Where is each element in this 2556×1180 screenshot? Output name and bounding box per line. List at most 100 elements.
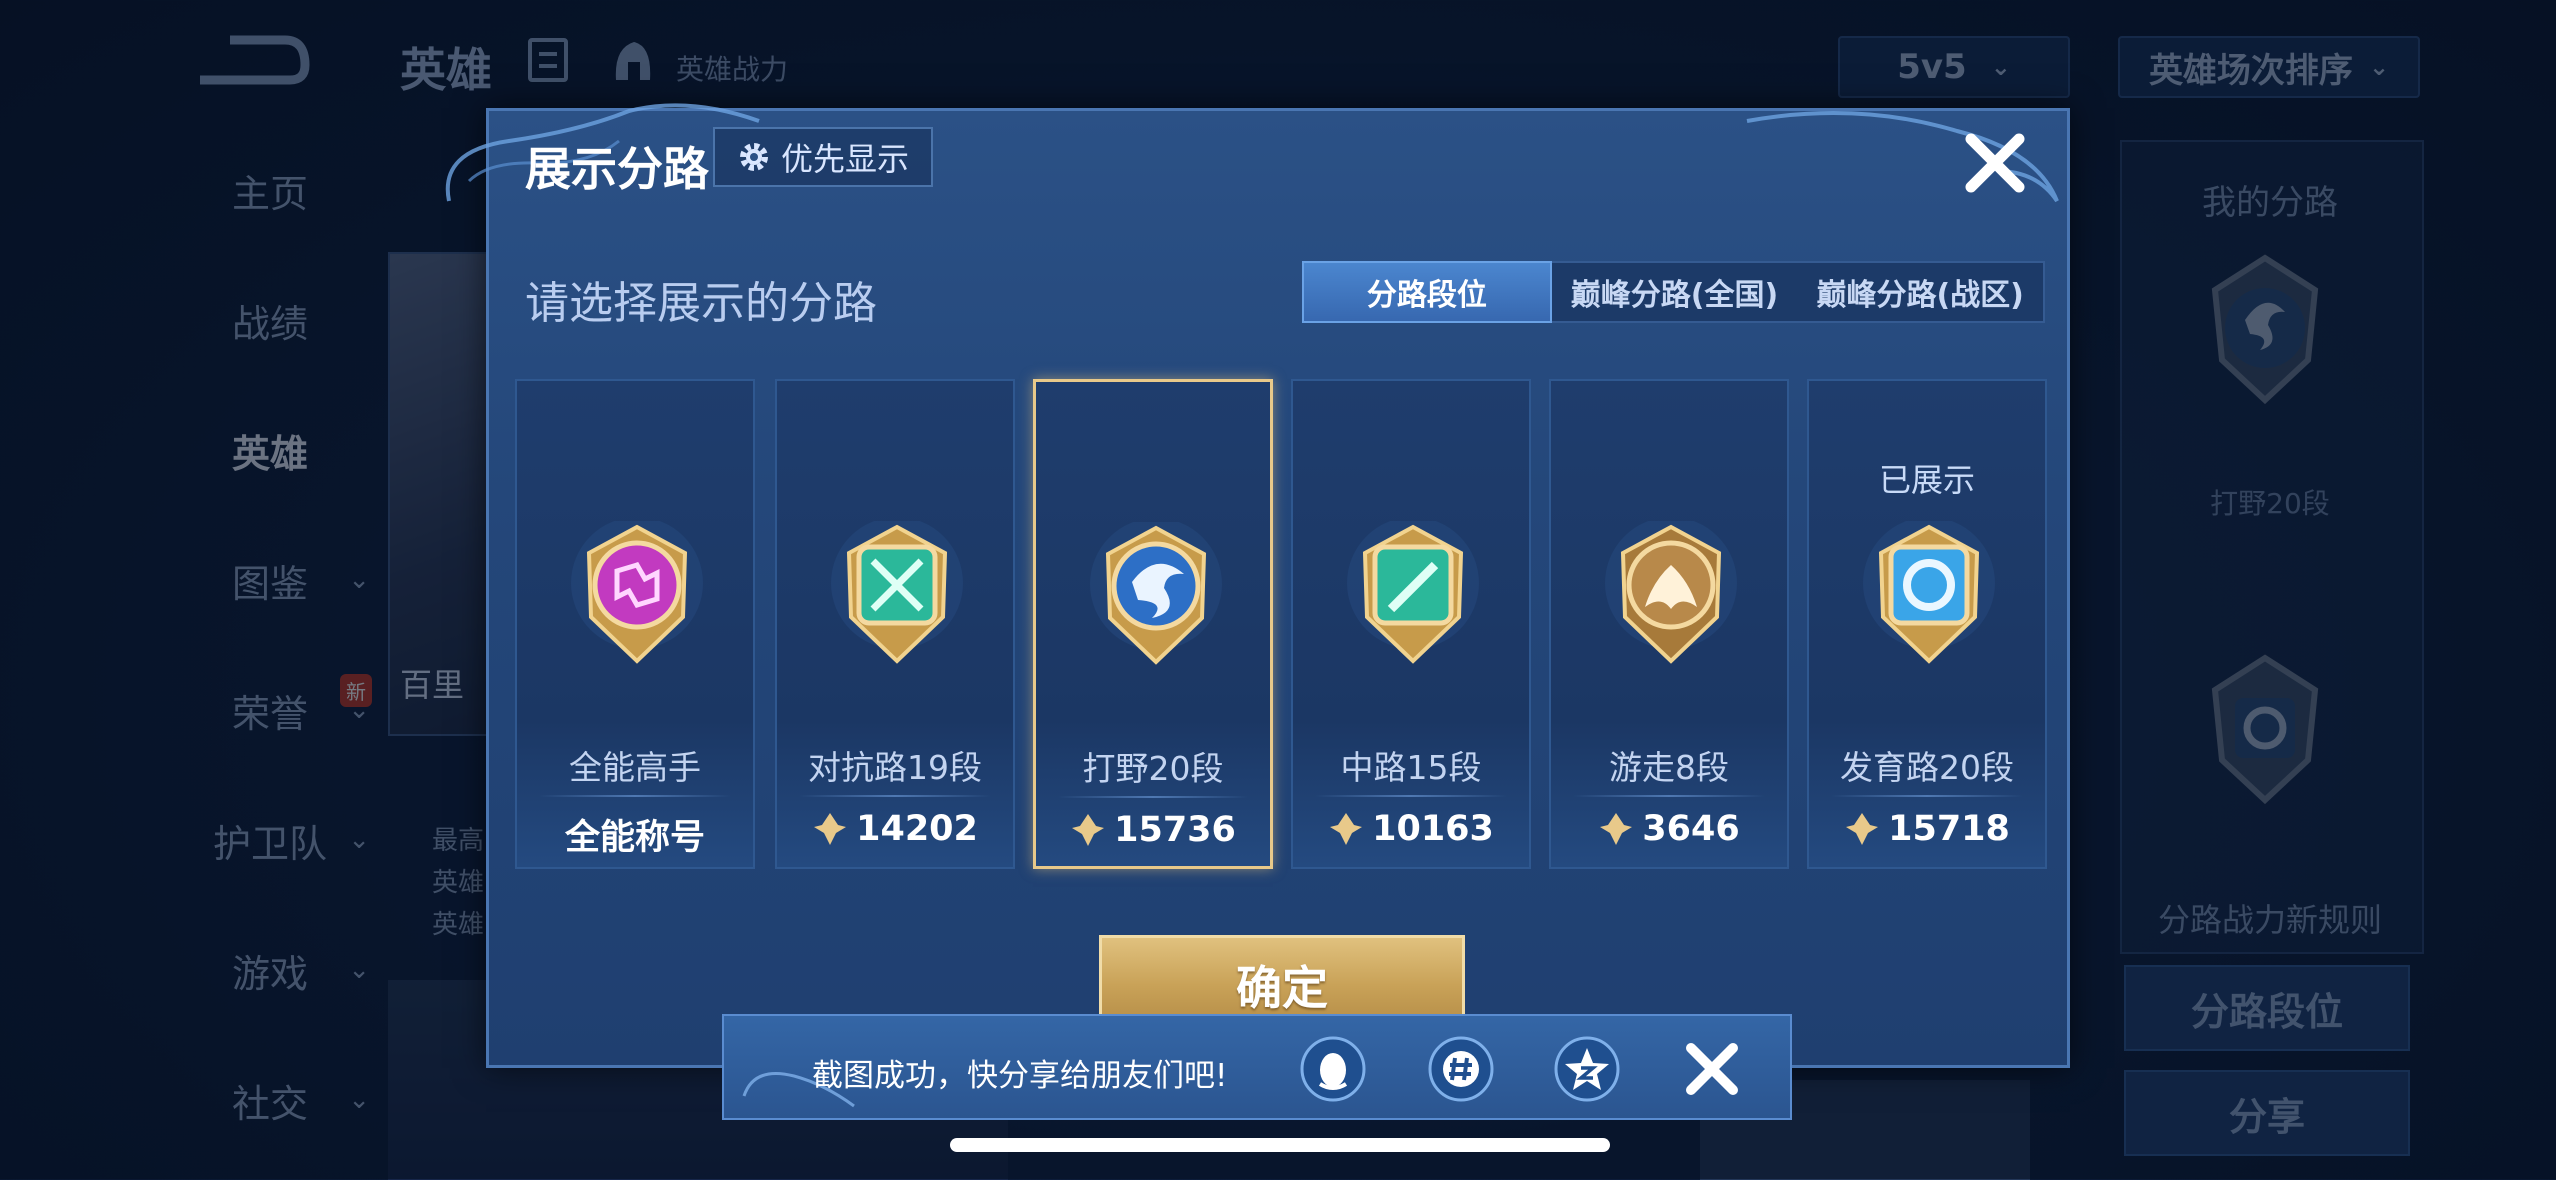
sidebar-item-heroes[interactable]: 英雄 [150,410,390,490]
hero-note: 英雄 [432,868,485,898]
sidebar-item-home[interactable]: 主页 [150,150,390,230]
display-lane-dialog: 展示分路 优先显示 请选择展示的分路 分路段位 巅峰分路(全国) 巅峰分路(战区… [445,103,2070,1068]
back-arrow-icon [200,35,310,85]
shown-label: 已展示 [1878,461,1975,499]
lane-score: 全能称号 [517,809,753,860]
lane-score: 15718 [1809,809,2045,849]
lane-score: 3646 [1551,809,1787,849]
sidebar-item-guard[interactable]: 护卫队 ⌄ [150,800,390,880]
sidebar-item-game[interactable]: 游戏 ⌄ [150,930,390,1010]
dialog-subtitle: 请选择展示的分路 [525,278,877,329]
lane-card-mid[interactable]: 中路15段 10163 [1291,379,1531,869]
priority-display-button[interactable]: 优先显示 [713,127,933,187]
toast-close-button[interactable] [1679,1036,1745,1102]
chevron-down-icon: ⌄ [348,565,370,595]
lane-card-jungle[interactable]: 打野20段 15736 [1033,379,1273,869]
farm-lane-icon [1863,521,1995,664]
lane-score: 14202 [777,809,1013,849]
wechat-moments-icon [1428,1036,1494,1102]
sidebar-item-label: 图鉴 [231,561,308,606]
priority-display-label: 优先显示 [780,140,909,178]
chevron-down-icon: ⌄ [348,695,370,725]
all-round-icon [571,521,703,664]
sidebar-item-record[interactable]: 战绩 [150,280,390,360]
list-icon[interactable] [528,38,568,82]
mid-lane-icon [1347,521,1479,664]
my-lane-current: 打野20段 [2210,487,2330,520]
mode-select[interactable]: 5v5 ⌄ [1838,36,2070,98]
lane-card-farm[interactable]: 已展示 发育路20段 15718 [1807,379,2047,869]
lane-score-value: 10163 [1372,809,1494,849]
lane-score-value: 15718 [1888,809,2010,849]
share-moments-button[interactable] [1428,1036,1494,1102]
chevron-down-icon: ⌄ [348,955,370,985]
qzone-icon [1554,1036,1620,1102]
share-button[interactable]: 分享 [2124,1070,2410,1156]
tab-peak-national[interactable]: 巅峰分路(全国) [1552,263,1798,321]
lane-score-value: 3646 [1642,809,1740,849]
lane-rank-button[interactable]: 分路段位 [2124,965,2410,1051]
qq-icon [1300,1036,1366,1102]
hero-note: 英雄 [432,910,485,940]
helmet-icon [610,36,656,84]
dialog-close-button[interactable] [1961,129,2029,197]
chevron-down-icon: ⌄ [348,1085,370,1115]
lane-name: 发育路20段 [1840,748,2014,787]
lane-rule-link[interactable]: 分路战力新规则 [2120,895,2420,941]
lane-name: 游走8段 [1609,748,1729,787]
card-divider [539,795,731,797]
hero-note: 最高 [432,826,485,856]
sidebar-item-honor[interactable]: 荣誉新 ⌄ [150,670,390,750]
lane-card-clash[interactable]: 对抗路19段 14202 [775,379,1015,869]
rank-type-tabs: 分路段位 巅峰分路(全国) 巅峰分路(战区) [1302,261,2045,323]
clash-lane-icon [831,521,963,664]
chevron-down-icon: ⌄ [2368,53,2390,81]
jungle-dragon-icon [1090,522,1222,665]
chevron-down-icon: ⌄ [1990,53,2011,81]
share-qzone-button[interactable] [1554,1036,1620,1102]
farm-emblem-icon [2190,650,2340,810]
lane-name: 对抗路19段 [808,748,982,787]
hero-name: 百里 [400,666,465,704]
share-qq-button[interactable] [1300,1036,1366,1102]
card-divider [799,795,991,797]
card-divider [1315,795,1507,797]
close-icon [1686,1043,1738,1095]
my-lane-title: 我的分路 [2202,183,2338,223]
lane-name: 全能高手 [569,748,701,787]
lane-name: 打野20段 [1082,749,1224,788]
lane-card-roam[interactable]: 游走8段 3646 [1549,379,1789,869]
back-button[interactable] [190,30,310,90]
lane-score: 15736 [1036,810,1270,850]
card-divider [1573,795,1765,797]
sidebar-item-label: 英雄 [231,431,308,476]
mode-select-value: 5v5 [1897,47,1967,87]
lane-name: 中路15段 [1340,748,1482,787]
sidebar-item-label: 荣誉 [231,691,308,736]
gear-icon [739,143,768,171]
lane-score-value: 15736 [1114,810,1236,850]
sidebar-item-social[interactable]: 社交 ⌄ [150,1060,390,1140]
tab-peak-region[interactable]: 巅峰分路(战区) [1797,263,2043,321]
power-icon [814,813,847,845]
toast-message: 截图成功，快分享给朋友们吧! [812,1058,1228,1094]
power-icon [1330,813,1363,845]
screenshot-share-toast: 截图成功，快分享给朋友们吧! [722,1014,1792,1120]
cloud-ornament-icon [1746,111,2059,203]
roam-wings-icon [1605,521,1737,664]
tab-lane-rank[interactable]: 分路段位 [1302,261,1552,323]
hero-power-label: 英雄战力 [676,53,789,86]
sort-select-value: 英雄场次排序 [2148,50,2353,91]
sidebar-item-label: 社交 [231,1081,308,1126]
close-icon [1965,133,2025,193]
power-icon [1846,813,1879,845]
lane-card-list: 全能高手 全能称号 对抗路19段 14202 打野20段 15736 中路15段… [515,379,2055,869]
sort-select[interactable]: 英雄场次排序 ⌄ [2118,36,2420,98]
jungle-emblem-icon [2190,250,2340,410]
sidebar-item-codex[interactable]: 图鉴 ⌄ [150,540,390,620]
home-indicator[interactable] [950,1138,1610,1152]
card-divider [1058,796,1248,798]
lane-card-all-round[interactable]: 全能高手 全能称号 [515,379,755,869]
chevron-down-icon: ⌄ [348,825,370,855]
sidebar-item-label: 主页 [231,171,308,216]
